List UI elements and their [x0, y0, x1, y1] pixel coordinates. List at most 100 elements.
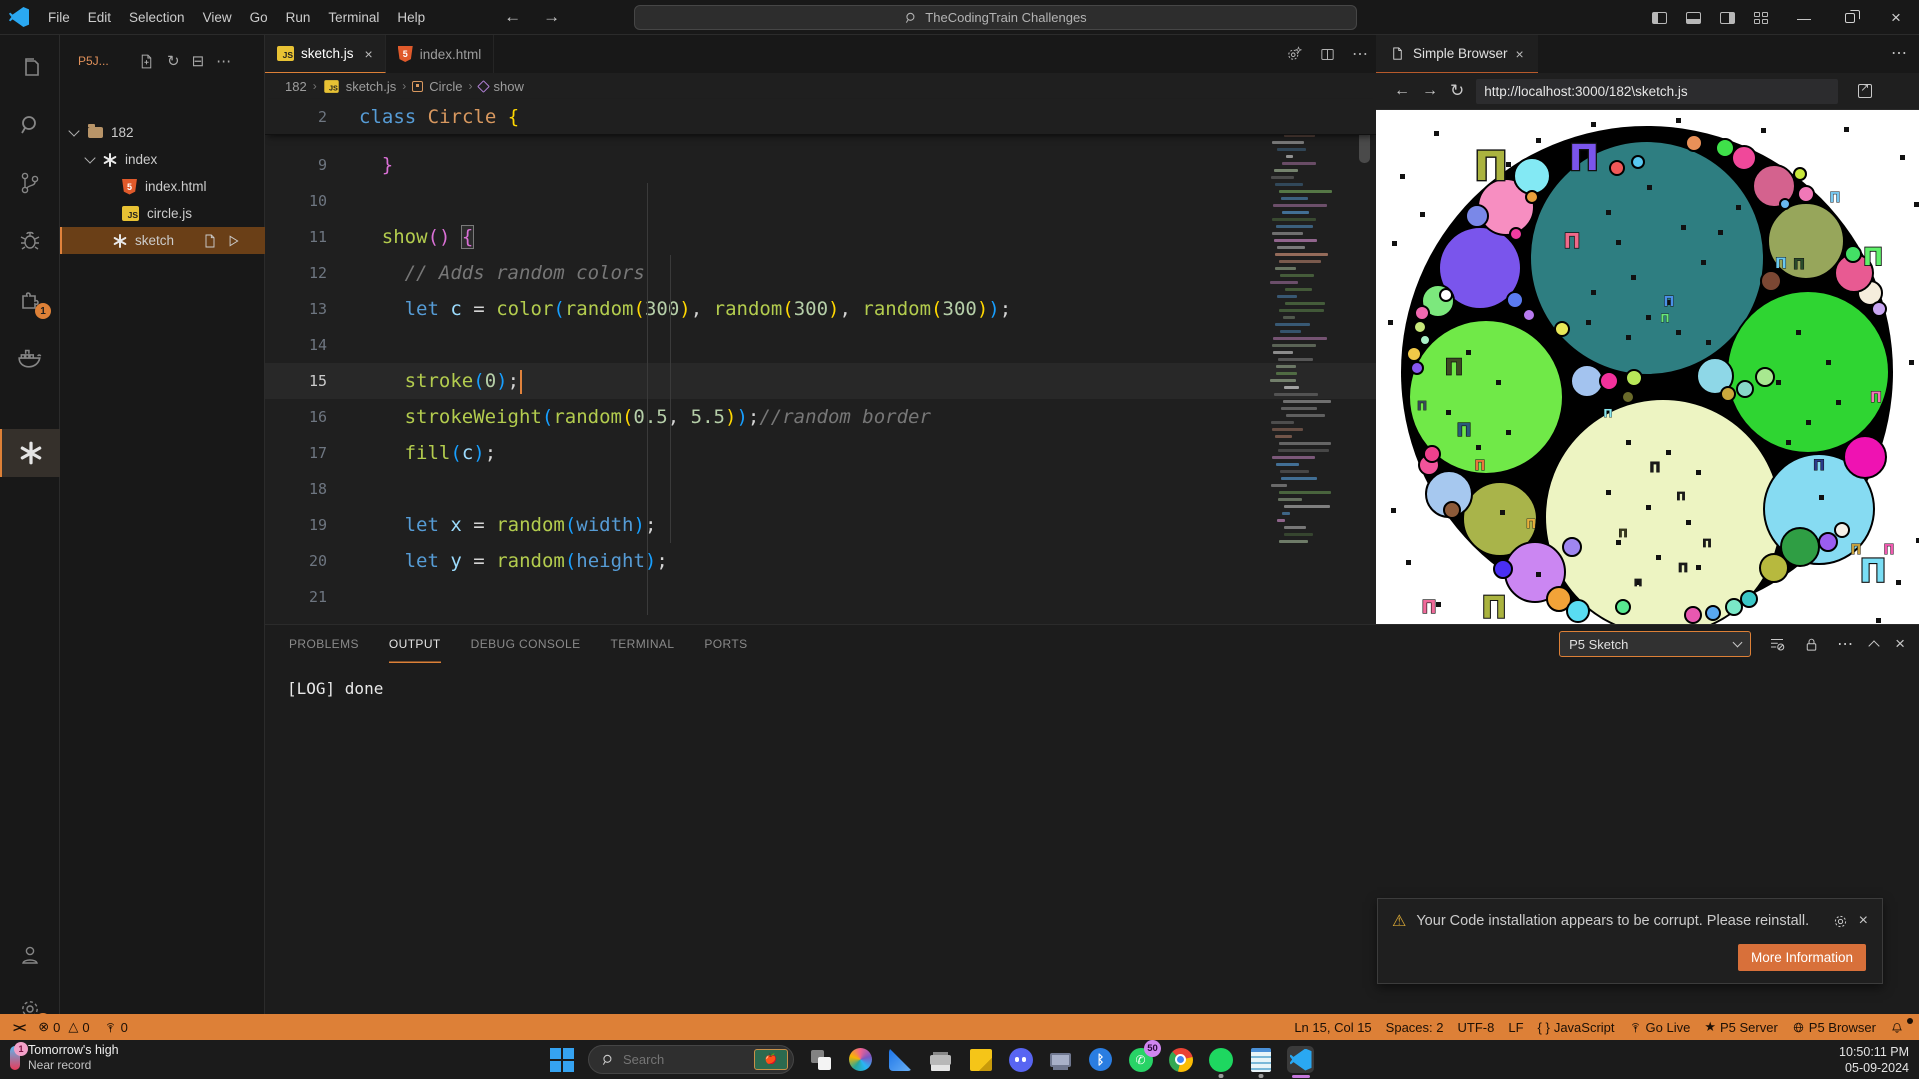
- code-line[interactable]: 13let c = color(random(300), random(300)…: [265, 291, 1376, 327]
- cursor-position[interactable]: Ln 15, Col 15: [1287, 1020, 1378, 1035]
- browser-forward-icon[interactable]: →: [1422, 82, 1438, 100]
- close-tab-icon[interactable]: ×: [1516, 46, 1524, 62]
- run-sketch-icon[interactable]: [226, 234, 240, 248]
- whatsapp-icon[interactable]: ✆ 50: [1127, 1046, 1154, 1073]
- nav-forward-icon[interactable]: →: [543, 7, 560, 27]
- notepad-icon[interactable]: [1247, 1046, 1274, 1073]
- code-line[interactable]: 16strokeWeight(random(0.5, 5.5));//rando…: [265, 399, 1376, 435]
- taskbar-search-input[interactable]: [623, 1052, 743, 1067]
- collapse-folders-icon[interactable]: ⊟: [192, 52, 205, 70]
- eol-sequence[interactable]: LF: [1501, 1020, 1530, 1035]
- refresh-explorer-icon[interactable]: ↻: [167, 52, 180, 70]
- menu-view[interactable]: View: [194, 6, 241, 29]
- ports-indicator[interactable]: 0: [97, 1020, 135, 1035]
- code-line[interactable]: 10: [265, 183, 1376, 219]
- remote-desktop-icon[interactable]: [1047, 1046, 1074, 1073]
- language-mode[interactable]: { } JavaScript: [1531, 1020, 1622, 1035]
- breadcrumb-class[interactable]: Circle: [429, 79, 462, 94]
- toggle-secondary-sidebar-icon[interactable]: [1720, 12, 1735, 24]
- panel-tab-debug-console[interactable]: DEBUG CONSOLE: [471, 625, 581, 663]
- menu-terminal[interactable]: Terminal: [319, 6, 388, 29]
- extensions-icon[interactable]: 1: [0, 275, 60, 323]
- taskbar-search[interactable]: 🍎: [588, 1045, 794, 1074]
- encoding[interactable]: UTF-8: [1451, 1020, 1502, 1035]
- explorer-icon[interactable]: [0, 43, 60, 91]
- code-line[interactable]: 11show() {: [265, 219, 1376, 255]
- maximize-panel-icon[interactable]: [1868, 640, 1879, 651]
- close-panel-icon[interactable]: ×: [1895, 634, 1905, 654]
- toggle-panel-icon[interactable]: [1686, 12, 1701, 24]
- p5-server-button[interactable]: ★ P5 Server: [1697, 1019, 1784, 1035]
- panel-tab-output[interactable]: OUTPUT: [389, 625, 441, 663]
- vscode-taskbar-icon[interactable]: [1287, 1046, 1314, 1073]
- code-line[interactable]: 9}: [265, 147, 1376, 183]
- more-information-button[interactable]: More Information: [1738, 944, 1866, 971]
- new-file-icon[interactable]: [138, 53, 155, 70]
- snipping-tool-icon[interactable]: [887, 1046, 914, 1073]
- browser-back-icon[interactable]: ←: [1394, 82, 1410, 100]
- go-live-button[interactable]: Go Live: [1622, 1020, 1698, 1035]
- remote-indicator-icon[interactable]: ><: [6, 1020, 31, 1035]
- tab-simple-browser[interactable]: Simple Browser ×: [1376, 35, 1538, 73]
- nav-back-icon[interactable]: ←: [504, 7, 521, 27]
- open-external-icon[interactable]: [1858, 84, 1872, 98]
- search-sidebar-icon[interactable]: [0, 101, 60, 149]
- notification-close-icon[interactable]: ×: [1859, 912, 1868, 930]
- errors-indicator[interactable]: ⊗0 △0: [31, 1019, 96, 1035]
- accounts-icon[interactable]: [0, 931, 60, 979]
- panel-tab-problems[interactable]: PROBLEMS: [289, 625, 359, 663]
- discord-icon[interactable]: [1007, 1046, 1034, 1073]
- tree-item-index[interactable]: index: [60, 146, 265, 173]
- tree-item-circle-js[interactable]: JS circle.js: [60, 200, 265, 227]
- menu-file[interactable]: File: [39, 6, 79, 29]
- printer-icon[interactable]: [927, 1046, 954, 1073]
- browser-reload-icon[interactable]: ↻: [1450, 81, 1464, 101]
- code-line[interactable]: 19let x = random(width);: [265, 507, 1376, 543]
- menu-selection[interactable]: Selection: [120, 6, 194, 29]
- weather-widget[interactable]: 1 Tomorrow's high Near record: [10, 1043, 119, 1072]
- task-view-icon[interactable]: [807, 1046, 834, 1073]
- code-line[interactable]: 20let y = random(height);: [265, 543, 1376, 579]
- panel-more-actions-icon[interactable]: ⋯: [1837, 634, 1853, 654]
- docker-icon[interactable]: [0, 333, 60, 381]
- run-debug-icon[interactable]: [0, 217, 60, 265]
- window-close-button[interactable]: ×: [1873, 0, 1919, 35]
- editor-settings-icon[interactable]: [1285, 45, 1303, 63]
- open-sketch-icon[interactable]: [202, 233, 218, 249]
- menu-run[interactable]: Run: [277, 6, 320, 29]
- bluetooth-icon[interactable]: ᛒ: [1087, 1046, 1114, 1073]
- more-actions-icon[interactable]: ⋯: [216, 52, 231, 70]
- code-line[interactable]: 12// Adds random colors: [265, 255, 1376, 291]
- command-center-search[interactable]: TheCodingTrain Challenges: [634, 5, 1357, 30]
- window-restore-button[interactable]: [1827, 0, 1873, 35]
- breadcrumb-folder[interactable]: 182: [285, 79, 307, 94]
- window-minimize-button[interactable]: —: [1781, 0, 1827, 35]
- breadcrumb-method[interactable]: show: [494, 79, 524, 94]
- menu-go[interactable]: Go: [241, 6, 277, 29]
- toggle-sidebar-icon[interactable]: [1652, 12, 1667, 24]
- panel-tab-terminal[interactable]: TERMINAL: [611, 625, 675, 663]
- clear-output-icon[interactable]: [1768, 635, 1786, 653]
- menu-help[interactable]: Help: [388, 6, 434, 29]
- menu-edit[interactable]: Edit: [79, 6, 120, 29]
- code-line[interactable]: 18: [265, 471, 1376, 507]
- code-line[interactable]: 15stroke(0);: [265, 363, 1376, 399]
- sticky-notes-icon[interactable]: [967, 1046, 994, 1073]
- editor-more-actions-icon[interactable]: ⋯: [1352, 44, 1368, 64]
- spotify-icon[interactable]: [1207, 1046, 1234, 1073]
- tree-item-index-html[interactable]: 5 index.html: [60, 173, 265, 200]
- copilot-icon[interactable]: [847, 1046, 874, 1073]
- notification-gear-icon[interactable]: [1832, 913, 1849, 930]
- chrome-icon[interactable]: [1167, 1046, 1194, 1073]
- code-line[interactable]: 14: [265, 327, 1376, 363]
- sticky-scroll-line[interactable]: 2class Circle {: [265, 99, 1376, 135]
- panel-tab-ports[interactable]: PORTS: [704, 625, 747, 663]
- url-input[interactable]: [1476, 79, 1838, 104]
- close-tab-icon[interactable]: ×: [365, 46, 373, 62]
- code-line[interactable]: 21: [265, 579, 1376, 615]
- tab-sketch-js[interactable]: JS sketch.js ×: [265, 35, 386, 73]
- source-control-icon[interactable]: [0, 159, 60, 207]
- code-line[interactable]: 17fill(c);: [265, 435, 1376, 471]
- tree-item-sketch[interactable]: sketch: [60, 227, 265, 254]
- tree-item-182[interactable]: 182: [60, 119, 265, 146]
